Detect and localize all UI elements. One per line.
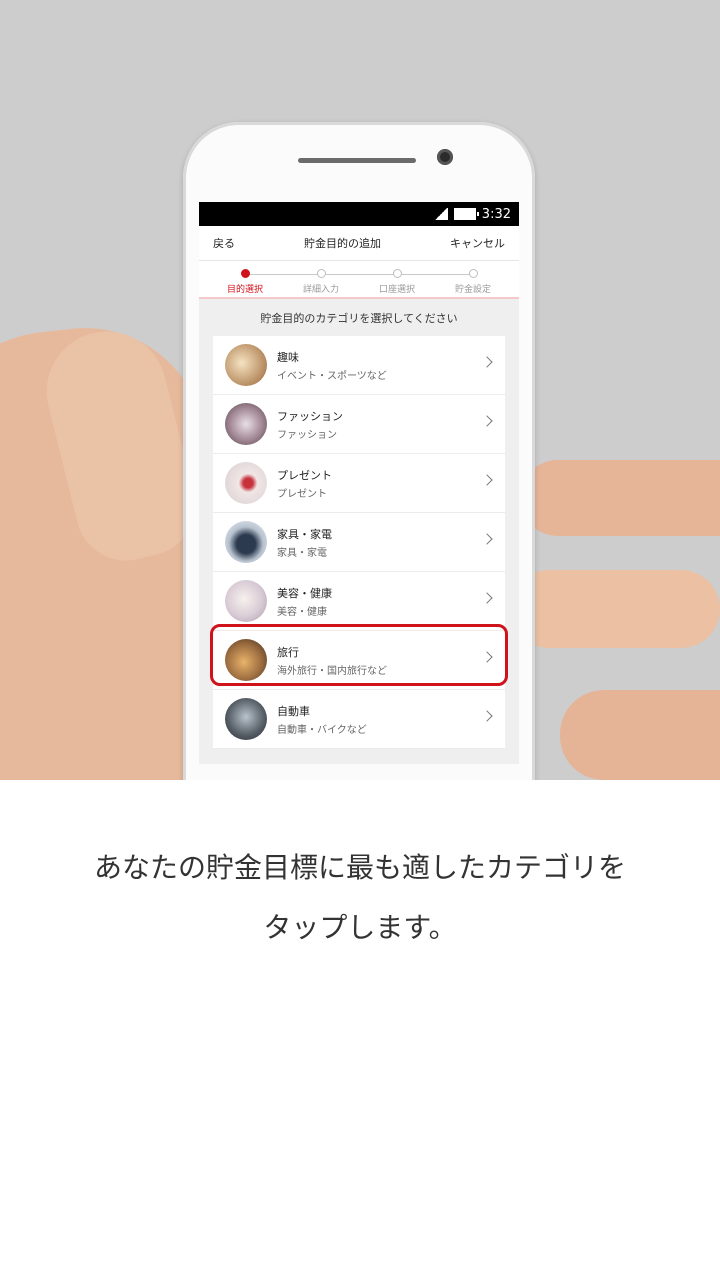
step-details: 詳細入力 [283,269,359,295]
step-dot-icon [468,269,478,278]
hobby-photo [225,344,267,386]
back-button[interactable]: 戻る [213,235,235,251]
category-title: 家具・家電 [277,527,332,541]
right-finger [560,690,720,780]
fashion-photo [225,403,267,445]
caption: あなたの貯金目標に最も適したカテゴリを タップします。 [0,838,720,958]
category-item-car[interactable]: 自動車 自動車・バイクなど [213,690,505,749]
category-screen: 貯金目的のカテゴリを選択してください 趣味 イベント・スポーツなど ファッション… [199,299,519,764]
beauty-photo [225,580,267,622]
battery-icon [453,208,479,220]
step-savings: 貯金設定 [435,269,511,295]
camera-icon [437,149,453,165]
chevron-right-icon [481,592,493,604]
highlight-frame [210,624,508,686]
category-item-fashion[interactable]: ファッション ファッション [213,395,505,454]
step-dot-icon [316,269,326,278]
category-subtitle: 家具・家電 [277,547,327,559]
step-account: 口座選択 [359,269,435,295]
chevron-right-icon [481,415,493,427]
category-title: 自動車 [277,704,310,718]
navigation-bar: 戻る 貯金目的の追加 キャンセル [199,226,519,261]
step-dot-icon [240,269,250,278]
status-bar: 3:32 [199,202,519,226]
phone-speaker [298,158,416,163]
instruction-text: 貯金目的のカテゴリを選択してください [260,312,458,325]
chevron-right-icon [481,474,493,486]
chevron-right-icon [481,356,493,368]
page-title: 貯金目的の追加 [304,237,381,250]
car-photo [225,698,267,740]
status-time: 3:32 [481,206,511,222]
caption-line: あなたの貯金目標に最も適したカテゴリを [93,851,626,884]
category-subtitle: イベント・スポーツなど [277,370,387,382]
chevron-right-icon [481,533,493,545]
hero-illustration: 3:32 戻る 貯金目的の追加 キャンセル 目的選択 詳細入力 口座選択 貯金設… [0,0,720,780]
right-finger [510,570,720,648]
category-item-hobby[interactable]: 趣味 イベント・スポーツなど [213,336,505,395]
category-subtitle: 美容・健康 [277,606,327,618]
step-purpose: 目的選択 [207,269,283,295]
category-title: ファッション [277,409,343,423]
caption-line: タップします。 [263,911,457,944]
step-label: 目的選択 [226,285,263,295]
step-label: 詳細入力 [302,285,339,295]
category-title: 美容・健康 [277,586,332,600]
present-photo [225,462,267,504]
furniture-photo [225,521,267,563]
category-item-furniture[interactable]: 家具・家電 家具・家電 [213,513,505,572]
step-label: 口座選択 [378,285,415,295]
signal-icon [433,208,448,220]
step-dot-icon [392,269,402,278]
cancel-button[interactable]: キャンセル [450,235,505,251]
step-label: 貯金設定 [454,285,491,295]
category-subtitle: ファッション [277,429,337,441]
category-title: プレゼント [277,468,332,482]
category-item-present[interactable]: プレゼント プレゼント [213,454,505,513]
right-finger [520,460,720,536]
chevron-right-icon [481,710,493,722]
category-subtitle: プレゼント [277,488,327,500]
category-list: 趣味 イベント・スポーツなど ファッション ファッション プレゼント プレゼント… [213,336,505,749]
category-subtitle: 自動車・バイクなど [277,724,367,736]
step-indicator: 目的選択 詳細入力 口座選択 貯金設定 [199,261,519,299]
category-item-beauty[interactable]: 美容・健康 美容・健康 [213,572,505,631]
category-title: 趣味 [277,350,299,364]
